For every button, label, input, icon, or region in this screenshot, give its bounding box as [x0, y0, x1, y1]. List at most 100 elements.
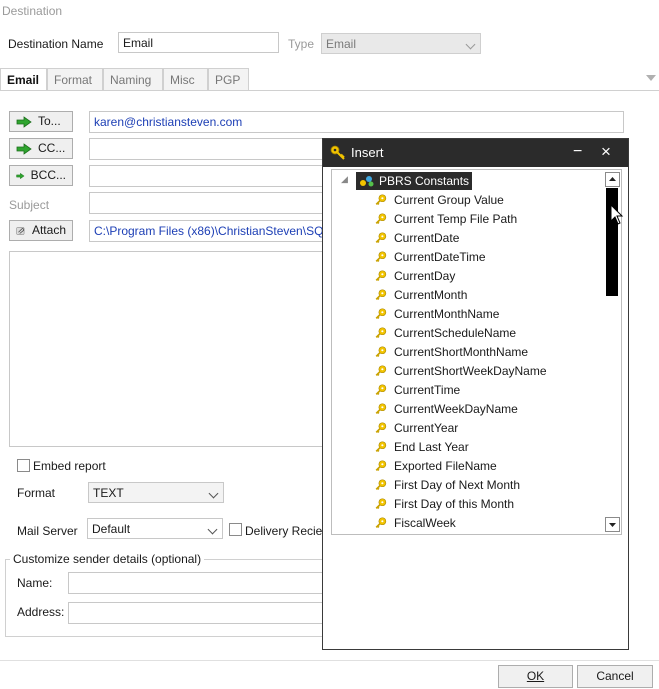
tree-item[interactable]: FiscalWeek	[374, 514, 456, 532]
section-title: Destination	[2, 4, 63, 18]
tree-item[interactable]: CurrentScheduleName	[374, 324, 516, 342]
embed-report-label: Embed report	[33, 459, 106, 473]
tab-naming[interactable]: Naming	[103, 68, 163, 90]
tree-item[interactable]: CurrentYear	[374, 419, 458, 437]
format-label: Format	[17, 486, 56, 500]
cc-input[interactable]	[89, 138, 329, 160]
key-icon	[375, 403, 387, 414]
tree-item[interactable]: CurrentMonth	[374, 286, 467, 304]
insert-popup-titlebar: Insert − ×	[323, 139, 628, 167]
green-arrow-icon	[16, 115, 32, 128]
tree-collapse-icon[interactable]: ◢	[341, 174, 348, 185]
tree-item[interactable]: CurrentShortWeekDayName	[374, 362, 547, 380]
format-select-value: TEXT	[93, 486, 124, 500]
bcc-input[interactable]	[89, 165, 329, 187]
attach-button-label: Attach	[31, 223, 66, 237]
key-icon	[375, 479, 387, 490]
paperclip-icon	[16, 226, 25, 235]
sender-address-label: Address:	[17, 605, 65, 619]
scroll-down-button[interactable]	[605, 517, 620, 532]
tree-item[interactable]: Exported FileName	[374, 457, 497, 475]
tab-format[interactable]: Format	[47, 68, 103, 90]
minimize-icon[interactable]: −	[573, 138, 582, 166]
message-body[interactable]	[9, 251, 329, 447]
tree-item-label: CurrentMonth	[394, 288, 468, 302]
ok-button-label: OK	[526, 669, 545, 683]
scroll-up-button[interactable]	[605, 172, 620, 187]
tree-root-label: PBRS Constants	[379, 174, 470, 188]
tree-item-label: FiscalWeek	[394, 516, 456, 530]
bcc-button[interactable]: BCC...	[9, 165, 73, 186]
tree-item[interactable]: Current Group Value	[374, 191, 504, 209]
key-icon	[375, 517, 387, 528]
chevron-down-icon	[207, 524, 218, 535]
key-icon	[375, 441, 387, 452]
cancel-button[interactable]: Cancel	[577, 665, 653, 688]
tree-item-label: Current Temp File Path	[394, 212, 518, 226]
key-icon	[375, 270, 387, 281]
key-icon	[375, 251, 387, 262]
tree-item[interactable]: First Day of this Month	[374, 495, 514, 513]
sender-group	[5, 559, 335, 637]
sender-group-title: Customize sender details (optional)	[10, 552, 205, 566]
key-icon	[375, 308, 387, 319]
subject-input[interactable]	[89, 192, 329, 214]
chevron-down-icon	[465, 39, 476, 50]
tab-overflow-arrow-icon[interactable]	[646, 75, 656, 81]
green-arrow-icon	[16, 172, 25, 179]
tree-item[interactable]: CurrentWeekDayName	[374, 400, 518, 418]
tree-item[interactable]: Current Temp File Path	[374, 210, 517, 228]
to-input[interactable]: karen@christiansteven.com	[89, 111, 624, 133]
tree-item[interactable]: CurrentTime	[374, 381, 460, 399]
tree-item-label: CurrentShortWeekDayName	[394, 364, 547, 378]
mail-server-select[interactable]: Default	[87, 518, 223, 539]
footer-divider	[0, 660, 659, 661]
tree-item[interactable]: CurrentDay	[374, 267, 455, 285]
tab-misc[interactable]: Misc	[163, 68, 208, 90]
attach-button[interactable]: Attach	[9, 220, 73, 241]
sender-name-input[interactable]	[68, 572, 328, 594]
tab-email[interactable]: Email	[0, 68, 47, 91]
tree-item[interactable]: CurrentDateTime	[374, 248, 486, 266]
mail-server-label: Mail Server	[17, 524, 78, 538]
destination-name-label: Destination Name	[8, 37, 104, 51]
constants-group-icon	[360, 176, 374, 187]
bcc-button-label: BCC...	[30, 168, 66, 182]
key-icon	[375, 384, 387, 395]
embed-report-checkbox[interactable]	[17, 459, 30, 472]
chevron-down-icon	[208, 488, 219, 499]
key-icon	[375, 498, 387, 509]
tree-item[interactable]: CurrentMonthName	[374, 305, 499, 323]
mail-server-select-value: Default	[92, 522, 131, 536]
constants-tree[interactable]: ◢ PBRS Constants Current Group Value Cur…	[331, 169, 622, 535]
type-select[interactable]: Email	[321, 33, 481, 54]
tree-item-label: CurrentDate	[394, 231, 460, 245]
insert-popup-title: Insert	[351, 145, 384, 160]
tab-pgp[interactable]: PGP	[208, 68, 249, 90]
tree-item-label: CurrentScheduleName	[394, 326, 517, 340]
tree-item-label: CurrentShortMonthName	[394, 345, 529, 359]
arrow-up-icon	[609, 177, 616, 181]
tree-item-label: CurrentMonthName	[394, 307, 500, 321]
attach-input[interactable]: C:\Program Files (x86)\ChristianSteven\S…	[89, 220, 329, 242]
mouse-cursor-icon	[610, 204, 624, 225]
sender-address-input[interactable]	[68, 602, 328, 624]
key-icon	[375, 422, 387, 433]
tree-item-label: CurrentDay	[394, 269, 456, 283]
green-arrow-icon	[16, 142, 32, 155]
close-icon[interactable]: ×	[601, 138, 611, 166]
tree-item[interactable]: CurrentDate	[374, 229, 459, 247]
format-select[interactable]: TEXT	[88, 482, 224, 503]
cc-button[interactable]: CC...	[9, 138, 73, 159]
type-label: Type	[288, 37, 315, 51]
ok-button[interactable]: OK	[498, 665, 573, 688]
destination-name-input[interactable]: Email	[118, 32, 279, 53]
tree-item[interactable]: First Day of Next Month	[374, 476, 520, 494]
tree-item-label: Current Group Value	[394, 193, 504, 207]
delivery-receipt-checkbox[interactable]	[229, 523, 242, 536]
tree-item-label: End Last Year	[394, 440, 469, 454]
tree-root-pbrs-constants[interactable]: PBRS Constants	[356, 172, 473, 190]
to-button[interactable]: To...	[9, 111, 73, 132]
tree-item[interactable]: End Last Year	[374, 438, 469, 456]
tree-item[interactable]: CurrentShortMonthName	[374, 343, 528, 361]
